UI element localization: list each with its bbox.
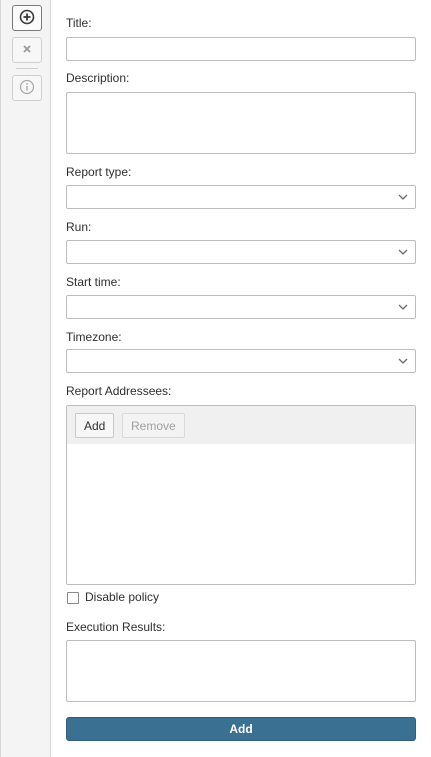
add-submit-button[interactable]: Add [66,717,416,741]
side-toolbar [0,0,51,757]
execution-results-label: Execution Results: [66,620,166,634]
info-button[interactable] [12,75,42,101]
run-label: Run: [66,220,92,234]
close-icon [22,43,32,57]
report-type-select[interactable] [66,185,416,209]
report-type-label: Report type: [66,165,132,179]
title-label: Title: [66,16,92,30]
timezone-label: Timezone: [66,330,122,344]
remove-addressee-button[interactable]: Remove [122,413,185,438]
description-textarea[interactable] [66,92,416,154]
toolbar-divider [16,68,38,69]
addressees-list[interactable] [67,444,415,584]
start-time-select[interactable] [66,295,416,319]
policy-form: Title: Description: Report type: Run: St… [51,0,431,757]
addressees-toolbar: Add Remove [67,406,415,444]
delete-button[interactable] [12,37,42,63]
add-mode-button[interactable] [12,5,42,31]
chevron-down-icon [397,300,409,314]
run-select[interactable] [66,240,416,264]
addressees-label: Report Addressees: [66,384,172,398]
execution-results-textarea[interactable] [66,640,416,702]
disable-policy-label: Disable policy [85,590,160,604]
disable-policy-checkbox[interactable] [67,592,79,604]
info-icon [19,79,35,98]
chevron-down-icon [397,190,409,204]
addressees-panel: Add Remove [66,405,416,585]
description-label: Description: [66,71,130,85]
chevron-down-icon [397,245,409,259]
start-time-label: Start time: [66,275,121,289]
plus-circle-icon [19,9,35,28]
title-input[interactable] [66,37,416,61]
timezone-select[interactable] [66,349,416,373]
chevron-down-icon [397,354,409,368]
add-addressee-button[interactable]: Add [75,413,115,438]
policy-editor: Title: Description: Report type: Run: St… [0,0,431,757]
